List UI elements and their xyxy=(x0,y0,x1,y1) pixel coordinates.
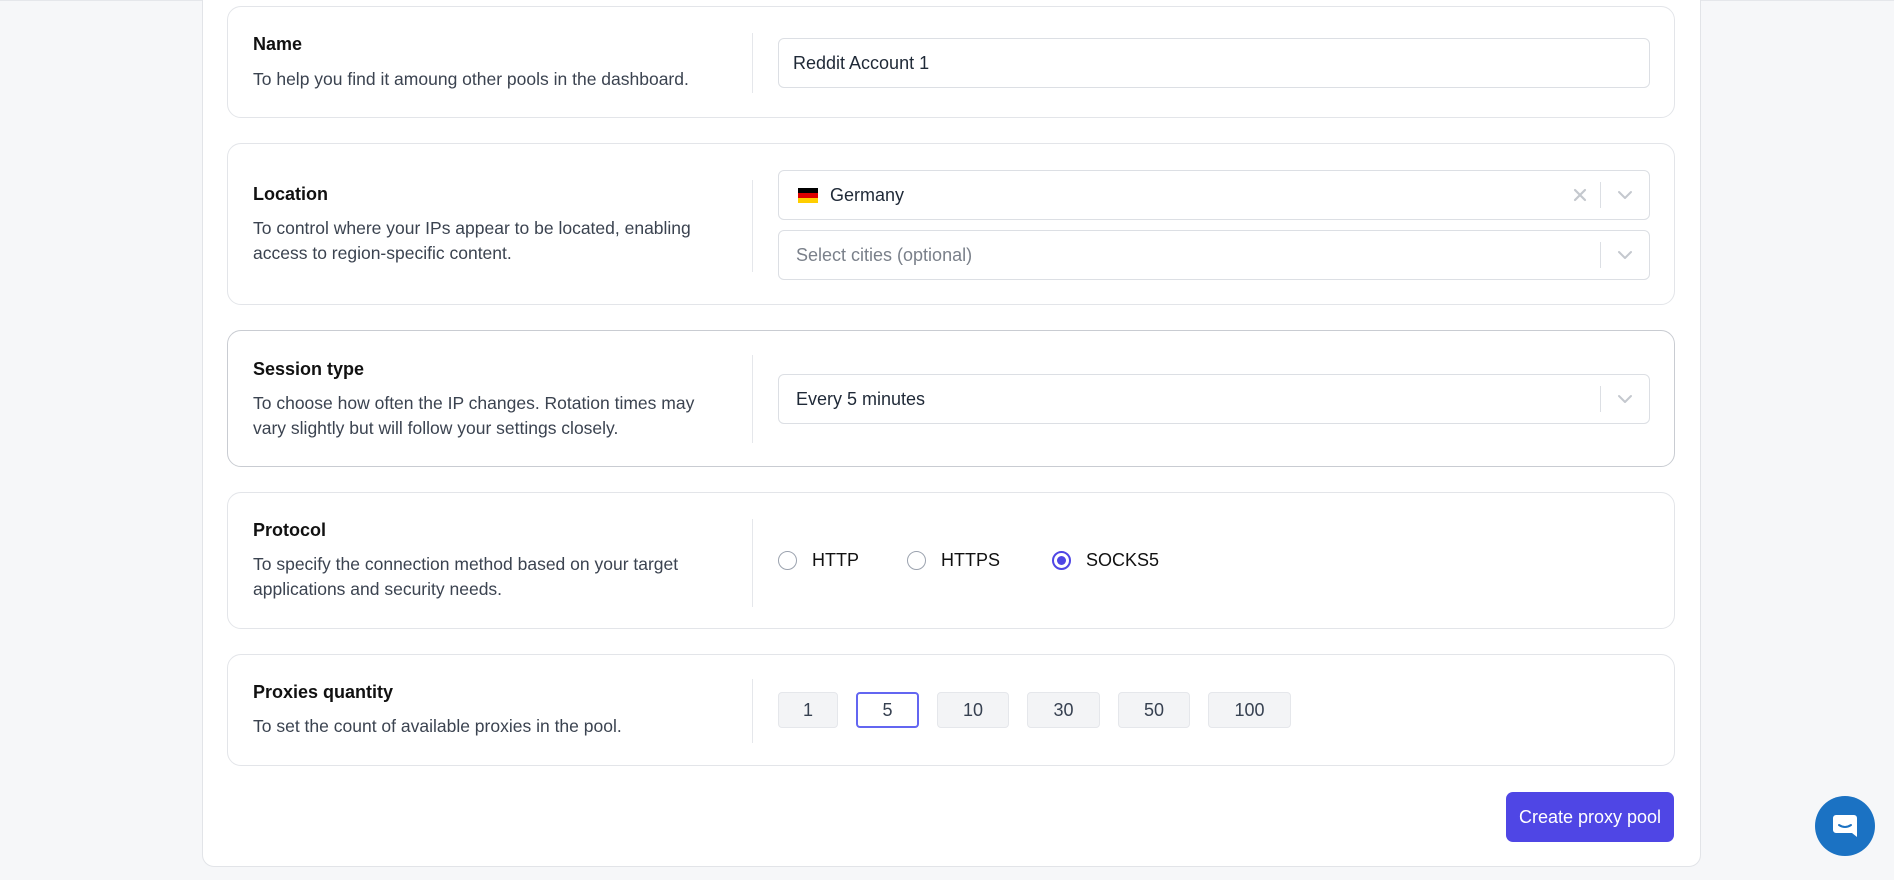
protocol-radio-https[interactable]: HTTPS xyxy=(907,550,1000,571)
protocol-option-label: SOCKS5 xyxy=(1086,550,1160,570)
quantity-options: 1 5 10 30 50 100 xyxy=(778,692,1309,728)
chat-widget-button[interactable] xyxy=(1815,796,1875,856)
protocol-option-label: HTTP xyxy=(812,550,859,570)
quantity-description: To set the count of available proxies in… xyxy=(253,716,622,736)
country-select[interactable]: Germany xyxy=(778,170,1650,220)
create-proxy-pool-button[interactable]: Create proxy pool xyxy=(1506,792,1674,842)
name-input-value: Reddit Account 1 xyxy=(793,52,930,73)
radio-circle[interactable] xyxy=(1052,551,1072,570)
close-icon[interactable] xyxy=(1560,188,1600,202)
quantity-option-100[interactable]: 100 xyxy=(1208,692,1291,728)
protocol-option-label: HTTPS xyxy=(941,550,1001,570)
divider xyxy=(752,355,753,443)
name-card: Name To help you find it amoung other po… xyxy=(227,6,1675,118)
protocol-label: Protocol xyxy=(253,520,327,540)
quantity-option-50[interactable]: 50 xyxy=(1118,692,1190,728)
cities-select-placeholder: Select cities (optional) xyxy=(796,244,973,265)
session-type-card: Session type To choose how often the IP … xyxy=(227,330,1675,467)
radio-circle[interactable] xyxy=(907,551,926,570)
quantity-card: Proxies quantity To set the count of ava… xyxy=(227,654,1675,766)
divider xyxy=(752,679,753,743)
protocol-card: Protocol To specify the connection metho… xyxy=(227,492,1675,629)
location-label: Location xyxy=(253,184,328,204)
cities-select[interactable]: Select cities (optional) xyxy=(778,230,1650,280)
name-description: To help you find it amoung other pools i… xyxy=(253,69,689,89)
location-card: Location To control where your IPs appea… xyxy=(227,143,1675,305)
divider xyxy=(752,180,753,272)
protocol-radio-http[interactable]: HTTP xyxy=(778,550,859,571)
session-type-description: To choose how often the IP changes. Rota… xyxy=(253,393,695,438)
radio-circle[interactable] xyxy=(778,551,797,570)
country-select-value: Germany xyxy=(830,184,905,205)
session-type-label: Session type xyxy=(253,359,365,379)
divider xyxy=(752,519,753,607)
location-description: To control where your IPs appear to be l… xyxy=(253,218,691,263)
name-input[interactable]: Reddit Account 1 xyxy=(778,38,1650,88)
session-type-value: Every 5 minutes xyxy=(796,388,926,409)
protocol-radio-group: HTTP HTTPS SOCKS5 xyxy=(778,550,1159,571)
quantity-option-1[interactable]: 1 xyxy=(778,692,838,728)
chevron-down-icon[interactable] xyxy=(1601,394,1649,404)
chat-icon xyxy=(1833,815,1857,837)
quantity-option-5[interactable]: 5 xyxy=(856,692,919,728)
quantity-option-30[interactable]: 30 xyxy=(1027,692,1100,728)
protocol-description: To specify the connection method based o… xyxy=(253,554,679,599)
quantity-option-10[interactable]: 10 xyxy=(937,692,1009,728)
divider xyxy=(752,33,753,93)
name-label: Name xyxy=(253,34,303,54)
germany-flag-icon xyxy=(798,187,818,203)
quantity-label: Proxies quantity xyxy=(253,682,394,702)
chevron-down-icon[interactable] xyxy=(1601,250,1649,260)
protocol-radio-socks5[interactable]: SOCKS5 xyxy=(1052,550,1159,571)
chevron-down-icon[interactable] xyxy=(1601,190,1649,200)
session-type-select[interactable]: Every 5 minutes xyxy=(778,374,1650,424)
